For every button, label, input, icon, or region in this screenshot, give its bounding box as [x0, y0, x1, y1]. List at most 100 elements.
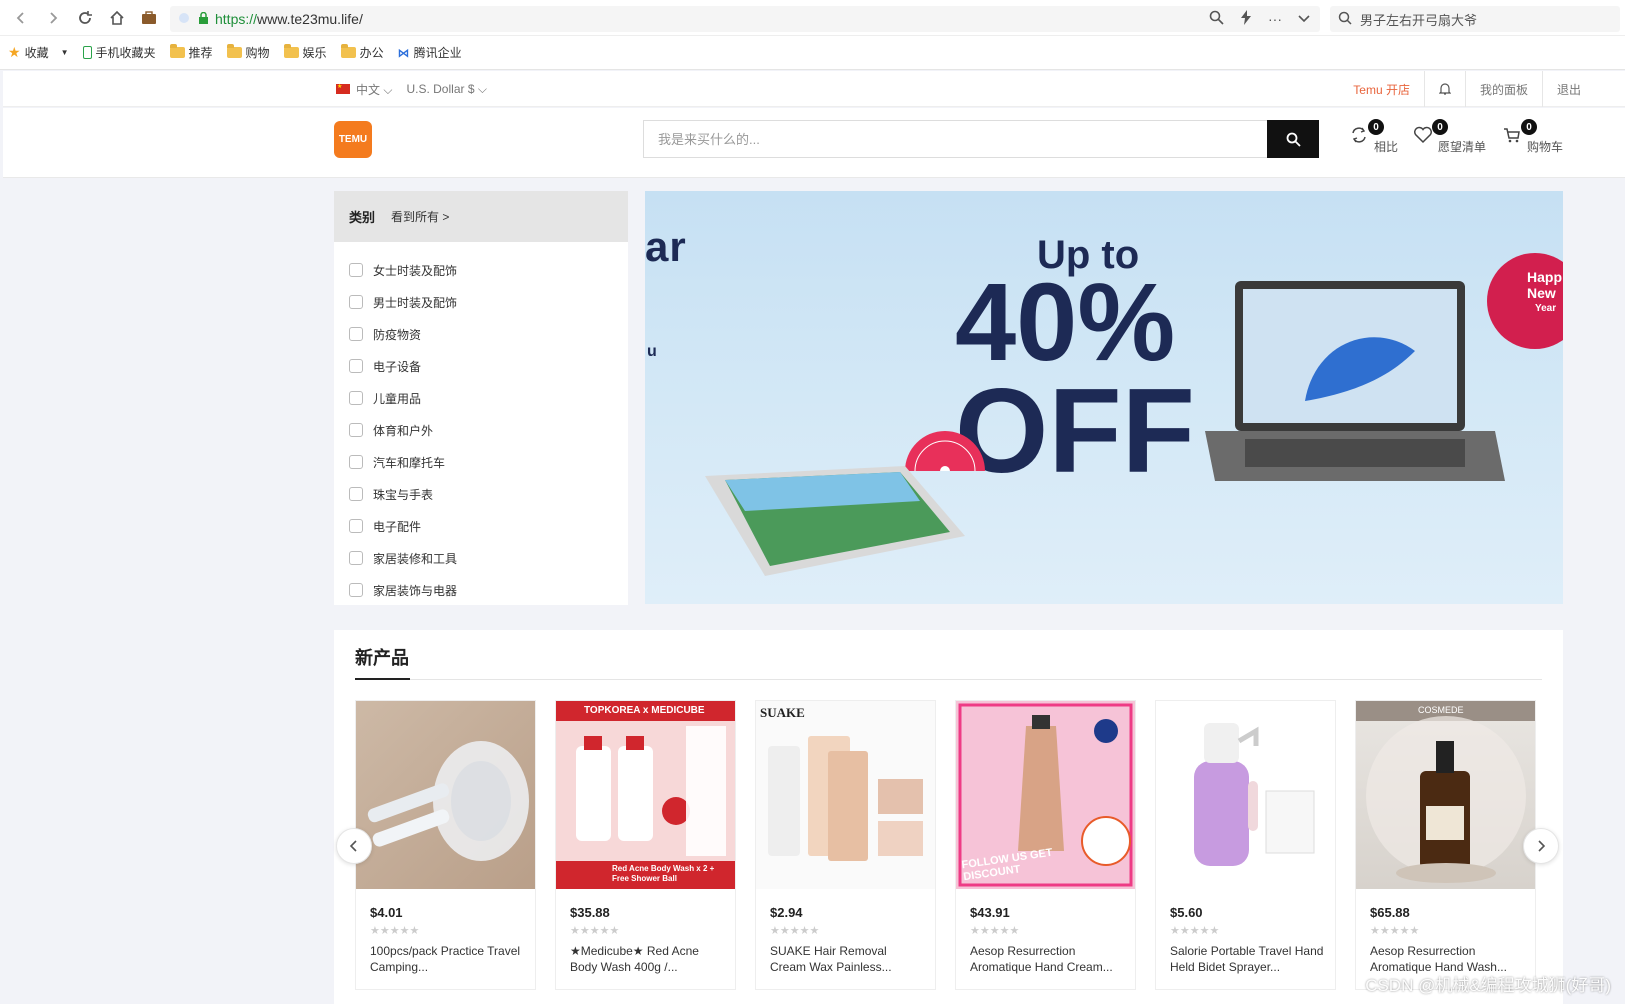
category-menu: 类别 看到所有 > 女士时装及配饰 男士时装及配饰 防疫物资 电子设备 儿童用品…: [334, 191, 628, 605]
currency-selector[interactable]: U.S. Dollar $ ⌵: [406, 82, 486, 97]
category-item[interactable]: 儿童用品: [334, 382, 628, 414]
product-name[interactable]: Salorie Portable Travel Hand Held Bidet …: [1170, 943, 1325, 975]
product-name[interactable]: ★Medicube★ Red Acne Body Wash 400g /...: [570, 943, 725, 975]
language-selector[interactable]: 中文 ⌵: [336, 81, 392, 98]
category-item[interactable]: 电子配件: [334, 510, 628, 542]
carousel-prev-button[interactable]: [336, 828, 372, 864]
product-image[interactable]: SUAKE: [756, 701, 935, 889]
banner-partial-text: ar: [645, 223, 687, 270]
product-promo-strip: Red Acne Body Wash x 2 + Free Shower Bal…: [556, 861, 735, 889]
zoom-icon[interactable]: [1209, 10, 1224, 28]
chevron-down-icon: ⌵: [477, 82, 487, 96]
search-button[interactable]: [1267, 120, 1319, 158]
tencent-icon: ⋈: [397, 45, 410, 60]
product-card[interactable]: TOPKOREA x MEDICUBE Red Acne Body Wash x…: [555, 700, 736, 990]
more-icon[interactable]: ···: [1268, 11, 1282, 27]
bookmark-shopping[interactable]: 购物: [226, 44, 270, 61]
category-item[interactable]: 家居装修和工具: [334, 542, 628, 574]
banner-percent-text: 40%: [955, 261, 1176, 384]
category-item[interactable]: 家居装饰与电器: [334, 574, 628, 606]
promo-banner[interactable]: ar u Up to 40% OFF Happ New Year: [645, 191, 1563, 604]
product-image[interactable]: TOPKOREA x MEDICUBE Red Acne Body Wash x…: [556, 701, 735, 889]
notification-bell-icon[interactable]: [1423, 71, 1465, 107]
product-name[interactable]: SUAKE Hair Removal Cream Wax Painless...: [770, 943, 925, 975]
carousel-next-button[interactable]: [1523, 828, 1559, 864]
open-store-link[interactable]: Temu 开店: [1339, 71, 1424, 107]
category-item[interactable]: 汽车和摩托车: [334, 446, 628, 478]
category-icon: [349, 551, 363, 565]
product-price: $43.91: [970, 905, 1010, 920]
compare-icon: 0: [1348, 119, 1384, 146]
temu-logo[interactable]: TEMU: [334, 121, 372, 158]
cart-button[interactable]: 0 购物车: [1501, 119, 1563, 155]
home-icon[interactable]: [106, 7, 128, 29]
search-icon: [1286, 132, 1301, 147]
category-item[interactable]: 电子设备: [334, 350, 628, 382]
product-price: $65.88: [1370, 905, 1410, 920]
category-item[interactable]: 珠宝与手表: [334, 478, 628, 510]
divider: [355, 679, 1542, 680]
chevron-down-icon[interactable]: [1298, 12, 1310, 26]
browser-search-text: 男子左右开弓扇大爷: [1360, 12, 1478, 28]
product-card[interactable]: $5.60 ★★★★★ Salorie Portable Travel Hand…: [1155, 700, 1336, 990]
laptop-image: [1205, 281, 1505, 481]
category-title: 类别: [349, 210, 376, 225]
folder-icon: [226, 44, 242, 58]
logout-link[interactable]: 退出: [1541, 71, 1595, 107]
rating-stars-icon: ★★★★★: [1170, 925, 1220, 937]
rating-stars-icon: ★★★★★: [1370, 925, 1420, 937]
product-image[interactable]: FOLLOW US GET DISCOUNT: [956, 701, 1135, 889]
lightning-icon[interactable]: [1240, 10, 1252, 28]
product-image[interactable]: [1156, 701, 1335, 889]
watermark-text: CSDN @机械&编程攻城狮(好哥): [1365, 976, 1611, 995]
banner-off-text: OFF: [955, 364, 1195, 498]
chevron-down-icon: ⌵: [383, 83, 393, 97]
product-image[interactable]: [356, 701, 535, 889]
bookmark-tencent[interactable]: ⋈ 腾讯企业: [398, 44, 462, 61]
briefcase-icon[interactable]: [138, 7, 160, 29]
view-all-link[interactable]: 看到所有 >: [391, 208, 449, 225]
search-input[interactable]: [643, 120, 1267, 158]
site-top-bar: 中文 ⌵ U.S. Dollar $ ⌵ Temu 开店 我的面板 退出: [3, 71, 1625, 107]
product-price: $2.94: [770, 905, 803, 920]
product-name[interactable]: Aesop Resurrection Aromatique Hand Cream…: [970, 943, 1125, 975]
category-item[interactable]: 体育和户外: [334, 414, 628, 446]
bookmark-office[interactable]: 办公: [340, 44, 384, 61]
rating-stars-icon: ★★★★★: [970, 925, 1020, 937]
product-price: $35.88: [570, 905, 610, 920]
product-card[interactable]: COSMEDE $65.88 ★★★★★ Aesop Resurrection …: [1355, 700, 1536, 990]
product-card[interactable]: $4.01 ★★★★★ 100pcs/pack Practice Travel …: [355, 700, 536, 990]
category-item[interactable]: 防疫物资: [334, 318, 628, 350]
my-dashboard-link[interactable]: 我的面板: [1464, 71, 1542, 107]
back-icon[interactable]: [10, 7, 32, 29]
category-item[interactable]: 女士时装及配饰: [334, 254, 628, 286]
site-header: TEMU 0 相比 0 愿望清单 0 购物车: [3, 108, 1625, 178]
product-card[interactable]: SUAKE $2.94 ★★★★★ SUAKE Hair Removal Cre…: [755, 700, 936, 990]
compare-button[interactable]: 0 相比: [1348, 119, 1398, 155]
forward-icon[interactable]: [42, 7, 64, 29]
wishlist-label: 愿望清单: [1438, 140, 1487, 154]
bookmark-favorites[interactable]: ★ 收藏 ▼: [8, 44, 69, 61]
wishlist-count-badge: 0: [1432, 119, 1448, 135]
reload-icon[interactable]: [74, 7, 96, 29]
category-icon: [349, 423, 363, 437]
category-item[interactable]: 男士时装及配饰: [334, 286, 628, 318]
folder-icon: [340, 44, 356, 58]
phone-icon: [82, 46, 92, 59]
category-icon: [349, 391, 363, 405]
bookmark-recommend[interactable]: 推荐: [169, 44, 213, 61]
bookmark-mobile[interactable]: 手机收藏夹: [82, 44, 156, 61]
product-name[interactable]: 100pcs/pack Practice Travel Camping...: [370, 943, 525, 975]
product-card[interactable]: FOLLOW US GET DISCOUNT $43.91 ★★★★★ Aeso…: [955, 700, 1136, 990]
category-header: 类别 看到所有 >: [334, 191, 628, 242]
product-image[interactable]: COSMEDE: [1356, 701, 1535, 889]
category-icon: [349, 519, 363, 533]
dropdown-arrow-icon: ▼: [60, 48, 69, 57]
bookmark-entertainment[interactable]: 娱乐: [283, 44, 327, 61]
bookmarks-bar: ★ 收藏 ▼ 手机收藏夹 推荐 购物 娱乐 办公 ⋈ 腾讯企业: [0, 36, 1625, 70]
search-bar: [643, 120, 1319, 158]
browser-search-box[interactable]: 男子左右开弓扇大爷: [1330, 6, 1620, 32]
fan-decoration-icon: [905, 431, 985, 471]
wishlist-button[interactable]: 0 愿望清单: [1412, 119, 1487, 155]
address-bar[interactable]: https://www.te23mu.life/ ···: [170, 6, 1320, 32]
